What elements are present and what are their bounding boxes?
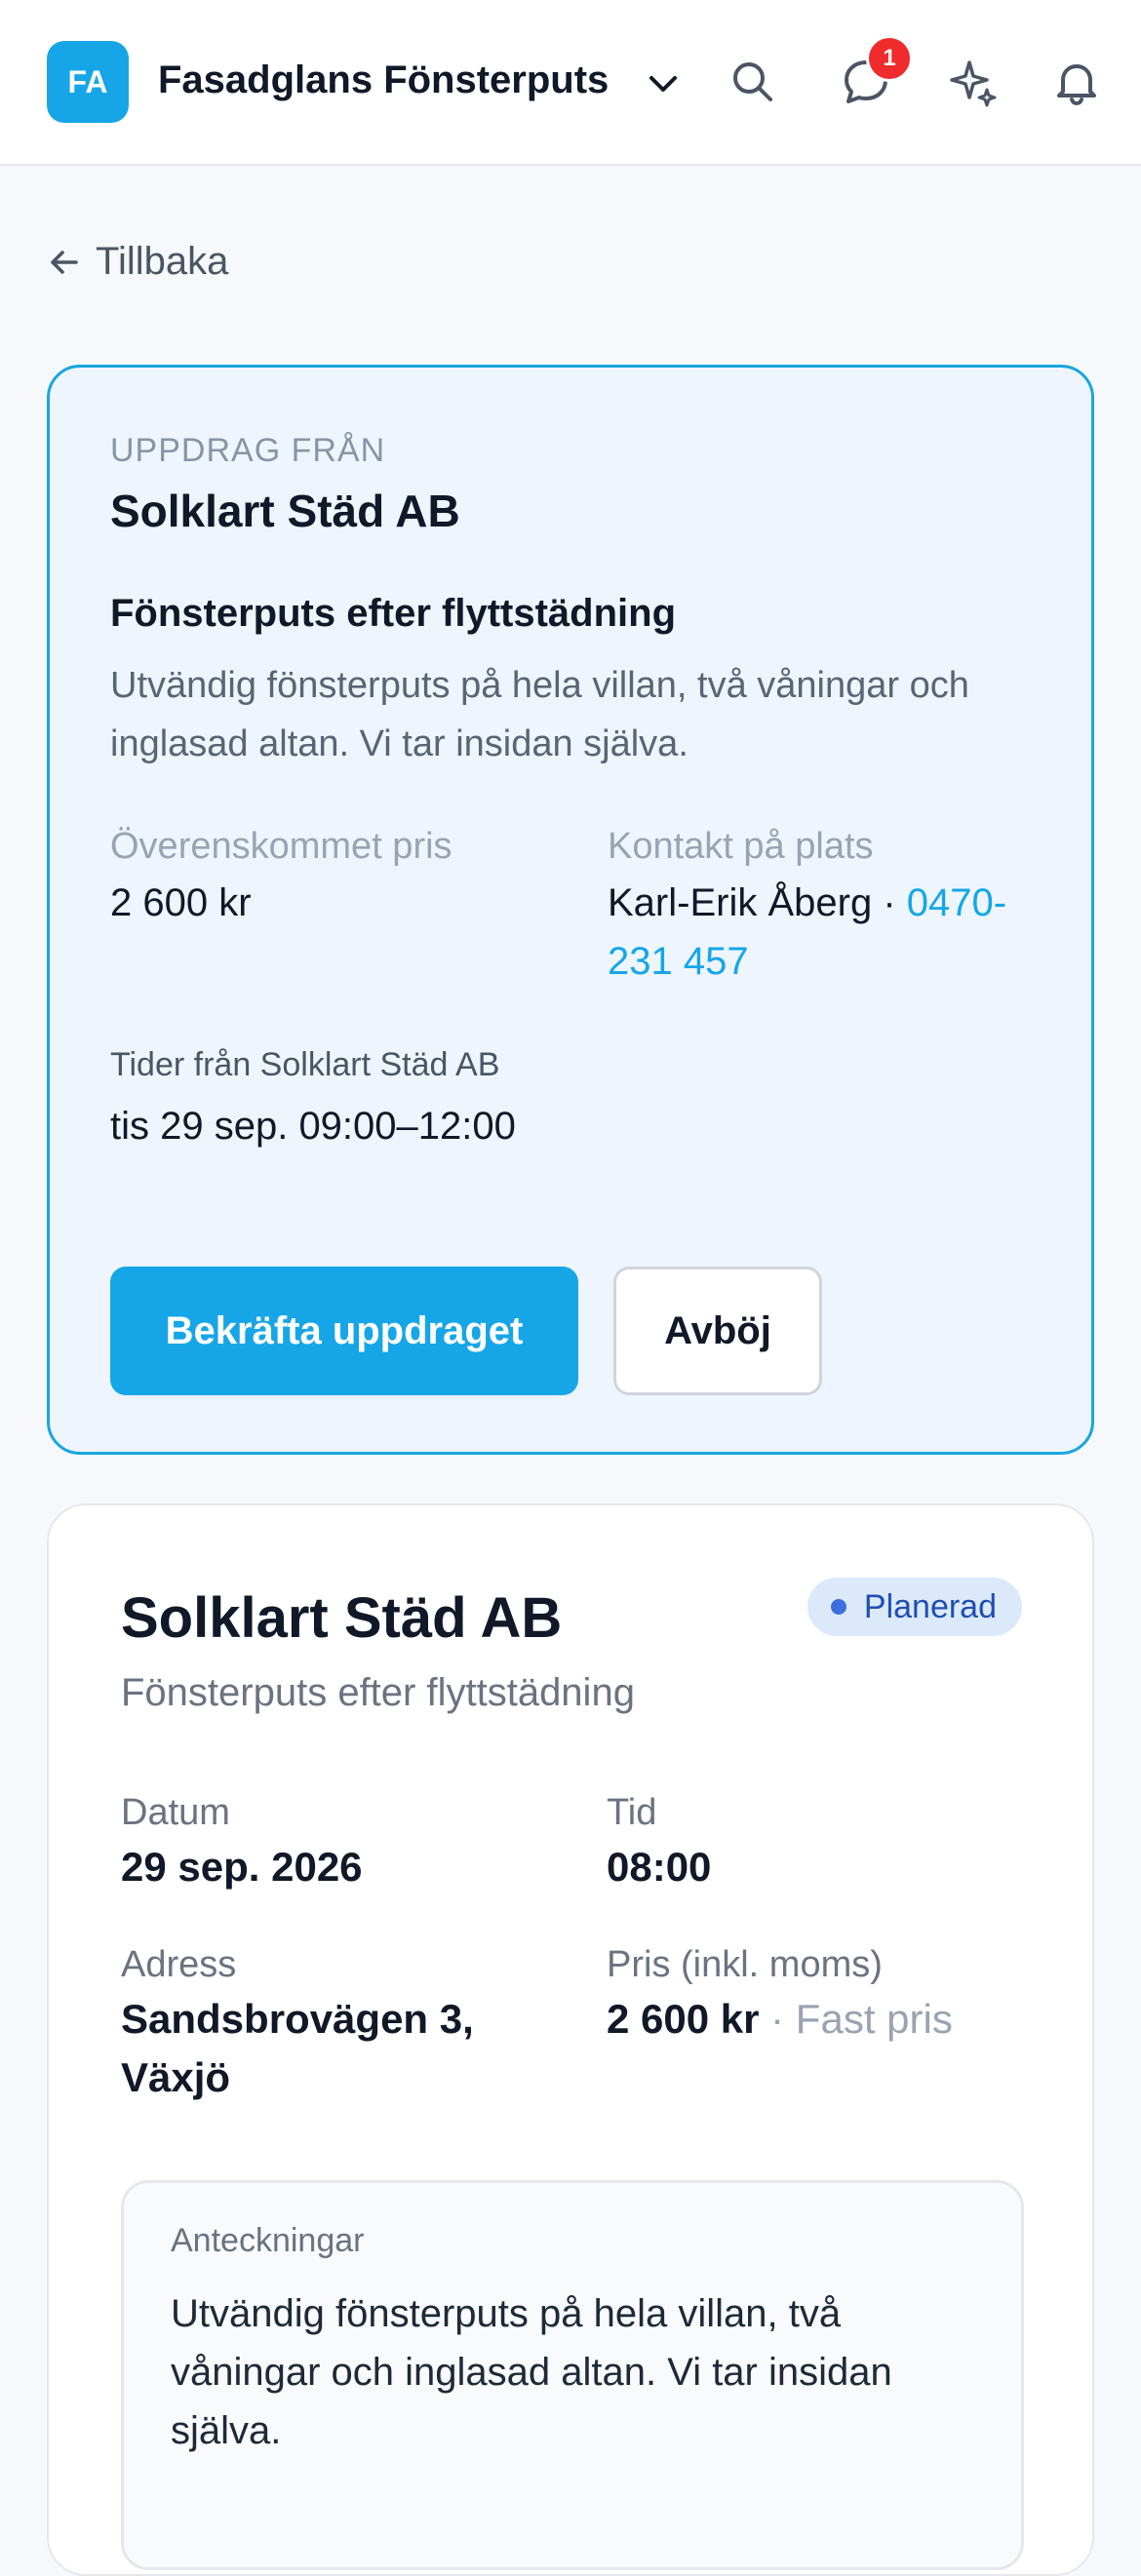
- assignment-title: Fönsterputs efter flyttstädning: [110, 592, 677, 635]
- back-link[interactable]: Tillbaka: [47, 240, 228, 284]
- arrow-left-icon: [51, 250, 78, 274]
- date-label: Datum: [121, 1792, 230, 1833]
- date-value: 29 sep. 2026: [121, 1844, 363, 1890]
- price-value-row: 2 600 kr · Fast pris: [607, 1990, 1036, 2049]
- price-field: Pris (inkl. moms) 2 600 kr · Fast pris: [607, 1944, 1036, 2049]
- price-label: Pris (inkl. moms): [607, 1944, 883, 1985]
- search-icon[interactable]: [726, 55, 780, 109]
- onsite-contact-value: Karl-Erik Åberg · 0470-231 457: [608, 874, 1056, 991]
- address-label: Adress: [121, 1944, 237, 1985]
- confirm-assignment-button[interactable]: Bekräfta uppdraget: [110, 1267, 578, 1395]
- onsite-contact: Kontakt på plats Karl-Erik Åberg · 0470-…: [608, 826, 1056, 991]
- agreed-price-label: Överenskommet pris: [110, 826, 452, 867]
- status-dot-icon: [830, 1599, 846, 1615]
- notes-value: Utvändig fönsterputs på hela villan, två…: [171, 2292, 892, 2452]
- proposed-times-label: Tider från Solklart Städ AB: [110, 1046, 500, 1083]
- time-field: Tid 08:00: [607, 1792, 711, 1896]
- status-badge: Planerad: [807, 1578, 1022, 1636]
- onsite-contact-label: Kontakt på plats: [608, 826, 874, 867]
- chevron-down-icon[interactable]: [644, 64, 683, 103]
- assignment-request-card: UPPDRAG FRÅN Solklart Städ AB Fönsterput…: [47, 365, 1094, 1455]
- org-avatar[interactable]: FA: [47, 41, 129, 123]
- contact-name: Karl-Erik Åberg: [608, 881, 873, 924]
- booking-company: Solklart Städ AB: [121, 1586, 563, 1650]
- notes-label: Anteckningar: [171, 2222, 365, 2259]
- status-label: Planerad: [863, 1587, 997, 1625]
- assignment-eyebrow: UPPDRAG FRÅN: [110, 432, 386, 469]
- address-value: Sandsbrovägen 3, Växjö: [121, 1996, 474, 2100]
- back-label: Tillbaka: [96, 240, 229, 283]
- proposed-time: tis 29 sep. 09:00–12:00: [110, 1105, 516, 1148]
- org-name[interactable]: Fasadglans Fönsterputs: [158, 59, 626, 102]
- date-field: Datum 29 sep. 2026: [121, 1792, 363, 1896]
- time-label: Tid: [607, 1792, 657, 1833]
- sparkle-icon[interactable]: [946, 55, 1001, 109]
- price-note: · Fast pris: [759, 1996, 953, 2042]
- time-value: 08:00: [607, 1844, 712, 1890]
- agreed-price: Överenskommet pris 2 600 kr: [110, 826, 452, 932]
- agreed-price-value: 2 600 kr: [110, 881, 252, 924]
- address-field: Adress Sandsbrovägen 3, Växjö: [121, 1944, 531, 2107]
- booking-detail-card: Solklart Städ AB Planerad Fönsterputs ef…: [47, 1503, 1094, 2576]
- price-value: 2 600 kr: [607, 1996, 760, 2042]
- assignment-company: Solklart Städ AB: [110, 486, 460, 536]
- booking-subtitle: Fönsterputs efter flyttstädning: [121, 1671, 635, 1714]
- assignment-description: Utvändig fönsterputs på hela villan, två…: [110, 665, 969, 764]
- notification-badge: 1: [866, 35, 913, 82]
- notes-box: Anteckningar Utvändig fönsterputs på hel…: [121, 2180, 1024, 2570]
- decline-button[interactable]: Avböj: [613, 1267, 822, 1395]
- contact-separator: ·: [872, 881, 907, 924]
- top-bar: FA Fasadglans Fönsterputs 1: [0, 0, 1141, 166]
- bell-icon[interactable]: [1049, 55, 1104, 109]
